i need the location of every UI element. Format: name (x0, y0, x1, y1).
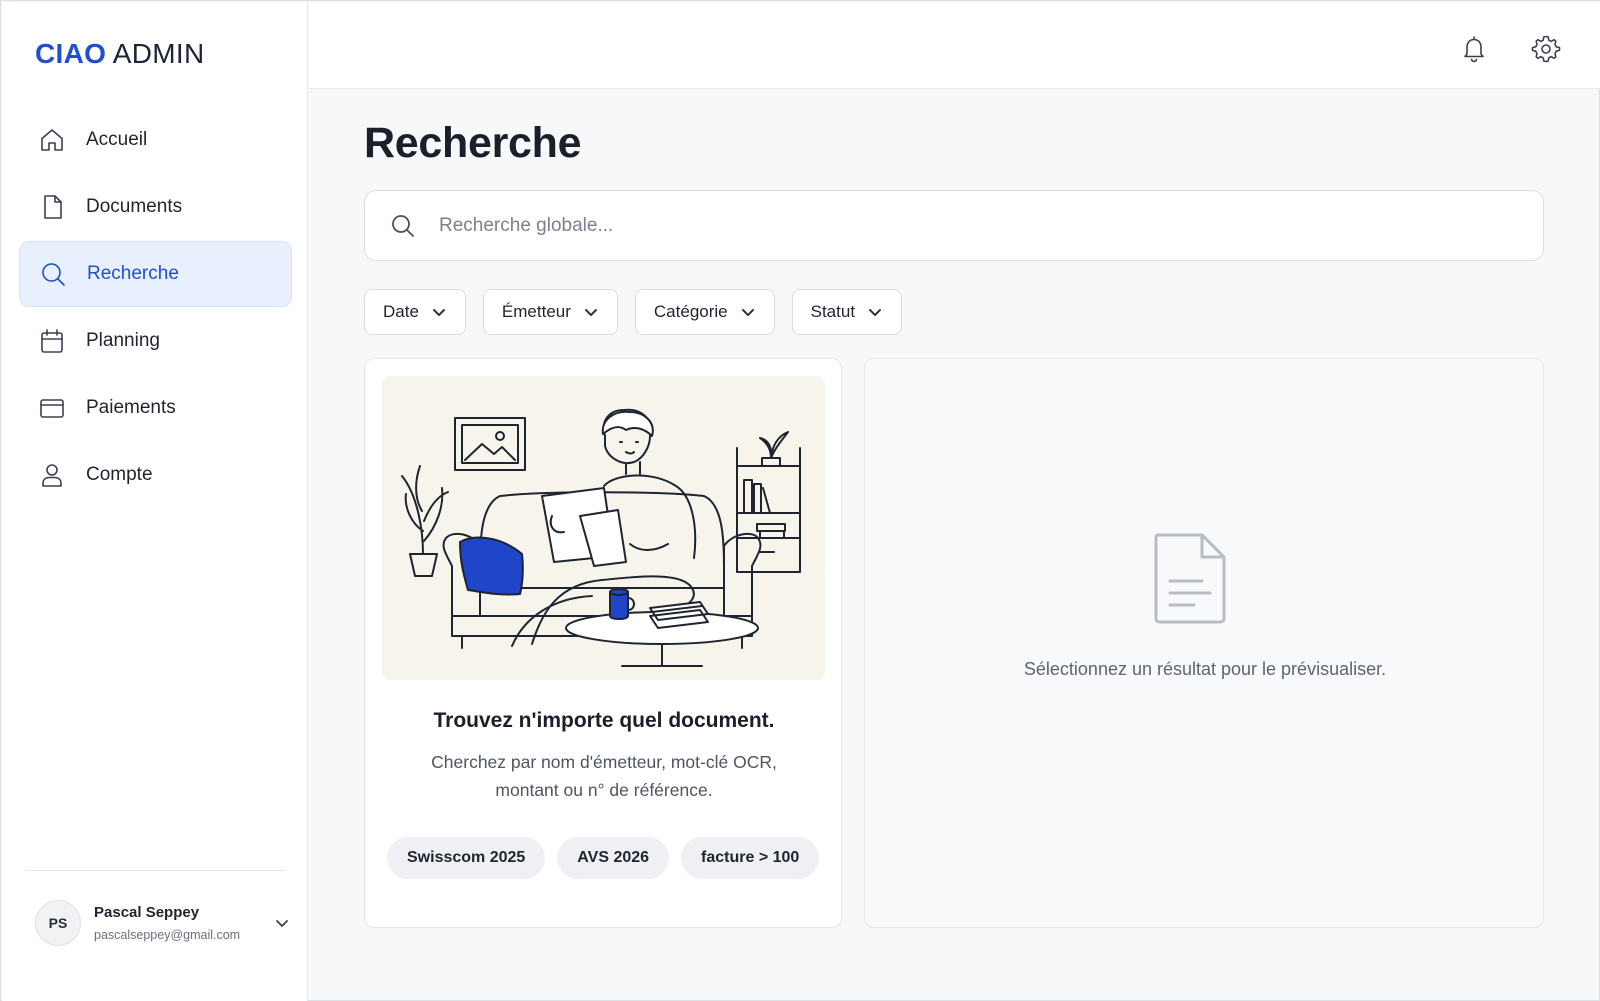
filter-categorie[interactable]: Catégorie (634, 289, 775, 335)
sidebar-item-label: Accueil (86, 129, 148, 150)
logo-rest: ADMIN (112, 38, 205, 69)
card-icon (38, 394, 66, 422)
user-menu[interactable]: PS Pascal Seppey pascalseppey@gmail.com (35, 897, 291, 949)
sidebar-item-label: Recherche (87, 263, 179, 284)
empty-state-description: Cherchez par nom d'émetteur, mot-clé OCR… (431, 752, 777, 800)
filter-label: Catégorie (653, 302, 728, 321)
search-input[interactable] (439, 214, 1519, 237)
chevron-down-icon (583, 304, 599, 320)
search-icon (39, 260, 67, 288)
suggestion-chip[interactable]: facture > 100 (681, 837, 820, 879)
filter-emetteur[interactable]: Émetteur (482, 289, 618, 335)
empty-state-title: Trouvez n'importe quel document. (433, 709, 775, 732)
suggestion-chip[interactable]: AVS 2026 (557, 837, 670, 879)
sidebar-item-documents[interactable]: Documents (19, 174, 292, 240)
filter-label: Date (383, 302, 419, 321)
sidebar-item-label: Documents (86, 196, 183, 217)
app-frame: CIAO ADMIN Accueil Documents Recherche P… (0, 0, 1600, 1001)
sidebar-item-label: Planning (86, 330, 160, 351)
filter-bar: Date Émetteur Catégorie Statut (364, 289, 919, 335)
sidebar-item-label: Compte (86, 464, 153, 485)
global-search[interactable] (364, 190, 1544, 261)
empty-state-card: Trouvez n'importe quel document. Cherche… (364, 358, 842, 928)
filter-label: Émetteur (501, 302, 571, 321)
sidebar-item-recherche[interactable]: Recherche (19, 241, 292, 307)
chevron-down-icon[interactable] (273, 914, 291, 932)
user-icon (38, 461, 66, 489)
chevron-down-icon (431, 304, 447, 320)
sidebar-item-planning[interactable]: Planning (19, 308, 292, 374)
suggestion-chip[interactable]: Swisscom 2025 (387, 837, 546, 879)
app-logo[interactable]: CIAO ADMIN (35, 38, 204, 70)
bell-icon[interactable] (1458, 33, 1490, 65)
preview-panel: Sélectionnez un résultat pour le prévisu… (864, 358, 1544, 928)
reading-person-illustration (382, 376, 825, 680)
sidebar-item-paiements[interactable]: Paiements (19, 375, 292, 441)
gear-icon[interactable] (1530, 33, 1562, 65)
sidebar-nav: Accueil Documents Recherche Planning Pai… (19, 107, 292, 509)
filter-statut[interactable]: Statut (791, 289, 903, 335)
suggestion-chips: Swisscom 2025 AVS 2026 facture > 100 (387, 837, 831, 879)
sidebar-divider (25, 870, 286, 871)
top-bar (309, 2, 1600, 89)
user-info: Pascal Seppey pascalseppey@gmail.com (94, 904, 273, 942)
document-icon (38, 193, 66, 221)
chevron-down-icon (867, 304, 883, 320)
sidebar: CIAO ADMIN Accueil Documents Recherche P… (2, 2, 308, 1001)
user-name: Pascal Seppey (94, 904, 200, 921)
page-title: Recherche (364, 119, 582, 167)
logo-brand: CIAO (35, 38, 107, 69)
sidebar-item-label: Paiements (86, 397, 176, 418)
user-email: pascalseppey@gmail.com (94, 928, 241, 942)
chevron-down-icon (740, 304, 756, 320)
search-icon (389, 212, 417, 240)
preview-empty-message: Sélectionnez un résultat pour le prévisu… (1023, 659, 1387, 679)
filter-label: Statut (810, 302, 856, 321)
sidebar-item-compte[interactable]: Compte (19, 442, 292, 508)
avatar: PS (35, 900, 81, 946)
filter-date[interactable]: Date (364, 289, 466, 335)
calendar-icon (38, 327, 66, 355)
home-icon (38, 126, 66, 154)
sidebar-item-accueil[interactable]: Accueil (19, 107, 292, 173)
document-icon (1152, 531, 1228, 625)
